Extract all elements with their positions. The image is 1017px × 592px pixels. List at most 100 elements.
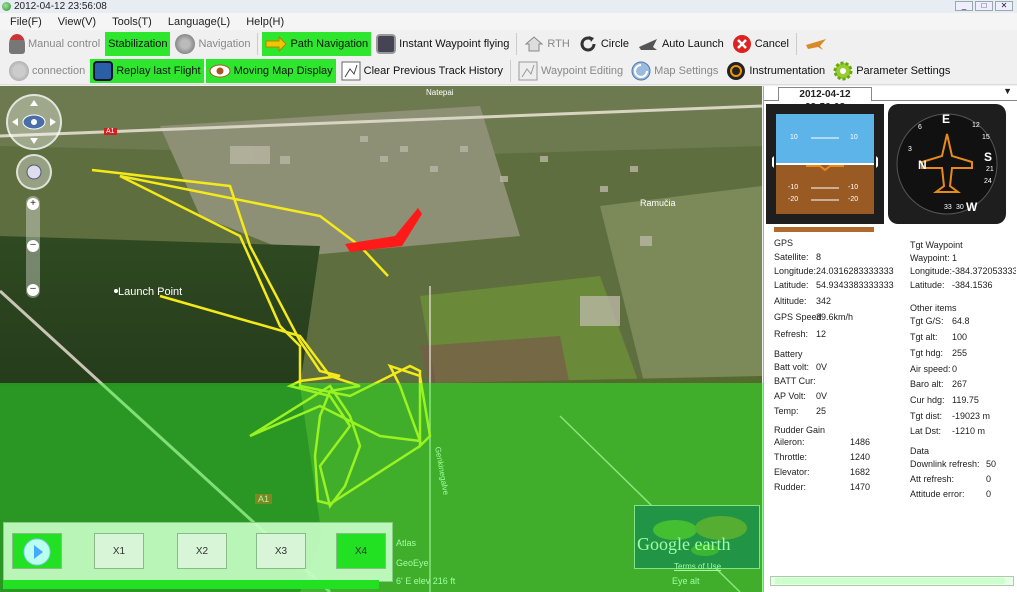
path-navigation-label: Path Navigation bbox=[290, 37, 369, 50]
gps-heading: GPS bbox=[774, 238, 794, 248]
window-titlebar: 2012-04-12 23:56:08 _ □ ✕ bbox=[0, 0, 1017, 13]
connection-button[interactable]: connection bbox=[6, 59, 88, 83]
playback-progress bbox=[3, 580, 379, 589]
aileron-value: 1486 bbox=[850, 437, 871, 447]
connection-label: connection bbox=[32, 64, 86, 77]
instrumentation-icon bbox=[727, 61, 746, 80]
pitch-label: 10 bbox=[790, 134, 798, 141]
toolbar-display: connection Replay last Flight Moving Map… bbox=[0, 57, 1017, 85]
gps-speed-label: GPS Speed bbox=[774, 312, 822, 322]
tgt-hdg-label: Tgt hdg: bbox=[910, 348, 944, 358]
att-refresh-value: 0 bbox=[986, 474, 992, 484]
menu-view[interactable]: View(V) bbox=[58, 16, 96, 28]
look-control[interactable] bbox=[6, 94, 62, 150]
throttle-value: 1240 bbox=[850, 452, 871, 462]
menu-tools[interactable]: Tools(T) bbox=[112, 16, 152, 28]
maximize-button[interactable]: □ bbox=[975, 1, 993, 11]
play-button[interactable] bbox=[12, 533, 62, 569]
circle-button[interactable]: Circle bbox=[575, 32, 632, 56]
replay-flight-button[interactable]: Replay last Flight bbox=[90, 58, 204, 83]
longitude-value: 24.0316283333333 bbox=[816, 266, 894, 276]
parameter-settings-button[interactable]: Parameter Settings bbox=[830, 59, 953, 83]
tgt-waypoint-value: 1 bbox=[952, 253, 958, 263]
cancel-label: Cancel bbox=[754, 37, 789, 50]
downlink-refresh-value: 50 bbox=[986, 459, 997, 469]
cur-hdg-label: Cur hdg: bbox=[910, 395, 945, 405]
zoom-in-icon[interactable]: + bbox=[27, 198, 39, 210]
battery-heading: Battery bbox=[774, 349, 803, 359]
manual-control-button[interactable]: Manual control bbox=[6, 32, 103, 56]
longitude-label: Longitude: bbox=[774, 266, 817, 276]
speed-x2-button[interactable]: X2 bbox=[177, 533, 227, 569]
auto-launch-button[interactable]: Auto Launch bbox=[634, 32, 727, 56]
temp-value: 25 bbox=[816, 406, 827, 416]
rth-label: RTH bbox=[547, 37, 570, 50]
window-title: 2012-04-12 23:56:08 bbox=[14, 1, 107, 12]
minimize-button[interactable]: _ bbox=[955, 1, 973, 11]
instrumentation-label: Instrumentation bbox=[749, 64, 826, 77]
map-settings-icon bbox=[631, 61, 651, 80]
navigation-label: Navigation bbox=[198, 37, 251, 50]
chevron-down-icon[interactable]: ▼ bbox=[1003, 86, 1012, 96]
clear-track-button[interactable]: Clear Previous Track History bbox=[338, 59, 506, 83]
tgt-waypoint-label: Waypoint: bbox=[910, 253, 950, 263]
tab-header: 2012-04-12 23:56:08 ▼ bbox=[764, 86, 1017, 113]
airplane-icon bbox=[805, 38, 826, 50]
arrow-right-icon bbox=[265, 35, 288, 52]
pan-control[interactable] bbox=[16, 154, 52, 190]
menu-help[interactable]: Help(H) bbox=[246, 16, 284, 28]
speed-x4-button[interactable]: X4 bbox=[336, 533, 386, 569]
tgt-latitude-value: -384.1536 bbox=[952, 280, 993, 290]
aileron-label: Aileron: bbox=[774, 437, 805, 447]
zoom-out-icon[interactable]: – bbox=[27, 284, 39, 296]
close-button[interactable]: ✕ bbox=[995, 1, 1013, 11]
batt-cur-label: BATT Cur: bbox=[774, 376, 816, 386]
compass-north: N bbox=[918, 158, 927, 172]
manual-control-label: Manual control bbox=[28, 37, 101, 50]
throttle-label: Throttle: bbox=[774, 452, 808, 462]
map-settings-button[interactable]: Map Settings bbox=[628, 59, 721, 83]
airplane-settings-button[interactable] bbox=[801, 32, 831, 56]
natepai-label: Natepai bbox=[426, 88, 454, 97]
horizon-gauge bbox=[760, 98, 890, 230]
tgt-gs-value: 64.8 bbox=[952, 316, 970, 326]
downlink-refresh-label: Downlink refresh: bbox=[910, 459, 980, 469]
eye-icon bbox=[209, 64, 231, 77]
instrumentation-button[interactable]: Instrumentation bbox=[723, 59, 828, 83]
waypoint-editing-label: Waypoint Editing bbox=[541, 64, 624, 77]
circle-arrow-icon bbox=[580, 35, 596, 51]
path-navigation-button[interactable]: Path Navigation bbox=[262, 31, 372, 56]
rth-button[interactable]: RTH bbox=[521, 32, 572, 56]
auto-launch-label: Auto Launch bbox=[661, 37, 724, 50]
tgt-hdg-value: 255 bbox=[952, 348, 968, 358]
compass-tick: 6 bbox=[918, 124, 922, 131]
other-items-heading: Other items bbox=[910, 303, 957, 313]
batt-volt-label: Batt volt: bbox=[774, 362, 810, 372]
speed-x1-button[interactable]: X1 bbox=[94, 533, 144, 569]
altitude-value: 342 bbox=[816, 296, 832, 306]
play-icon bbox=[23, 538, 51, 566]
circle-label: Circle bbox=[600, 37, 629, 50]
zoom-slider[interactable]: + – – bbox=[26, 196, 40, 298]
tab-telemetry[interactable]: 2012-04-12 23:56:08 bbox=[778, 87, 872, 113]
stabilization-button[interactable]: Stabilization bbox=[105, 31, 171, 56]
tgt-alt-value: 100 bbox=[952, 332, 968, 342]
map-settings-label: Map Settings bbox=[654, 64, 719, 77]
instant-waypoint-button[interactable]: Instant Waypoint flying bbox=[373, 32, 512, 56]
menu-file[interactable]: File(F) bbox=[10, 16, 42, 28]
menu-language[interactable]: Language(L) bbox=[168, 16, 230, 28]
air-speed-label: Air speed: bbox=[910, 364, 951, 374]
toolbar-flight-modes: Manual control Stabilization Navigation … bbox=[0, 30, 1017, 58]
speed-x3-button[interactable]: X3 bbox=[256, 533, 306, 569]
waypoint-editing-button[interactable]: Waypoint Editing bbox=[515, 59, 626, 83]
panel-scrollbar[interactable] bbox=[770, 576, 1014, 586]
scrollbar-thumb[interactable] bbox=[775, 578, 1005, 584]
navigation-button[interactable]: Navigation bbox=[172, 32, 253, 56]
compass-west: W bbox=[966, 200, 978, 214]
waypoint-edit-icon bbox=[518, 61, 538, 80]
cancel-button[interactable]: Cancel bbox=[729, 32, 792, 56]
playback-controls: X1 X2 X3 X4 bbox=[3, 522, 393, 582]
tgt-latitude-label: Latitude: bbox=[910, 280, 945, 290]
moving-map-button[interactable]: Moving Map Display bbox=[205, 58, 336, 83]
zoom-thumb[interactable]: – bbox=[27, 240, 39, 252]
